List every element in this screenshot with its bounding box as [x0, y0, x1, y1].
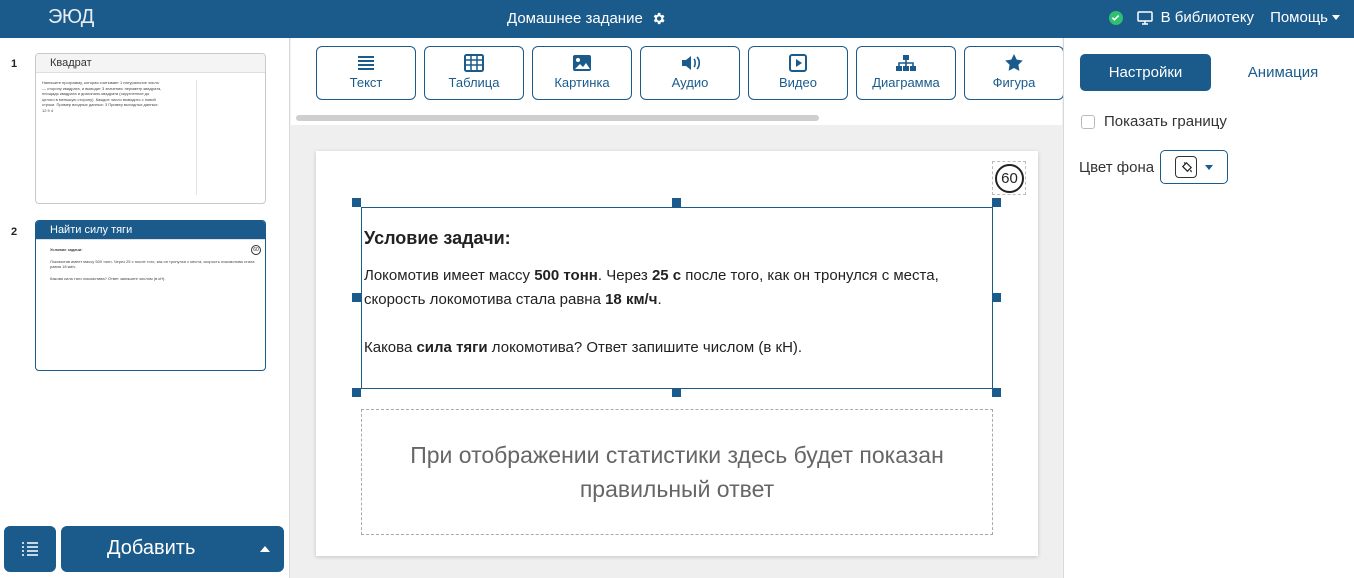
insert-text-button[interactable]: Текст [316, 46, 416, 100]
gear-icon[interactable] [651, 11, 666, 26]
bold-force: сила тяги [416, 339, 488, 356]
slide-thumbnail-2[interactable]: Найти силу тяги 60 Условие задачи: Локом… [35, 220, 266, 371]
image-icon [573, 55, 591, 71]
resize-handle-sw[interactable] [352, 388, 361, 397]
bold-time: 25 с [651, 267, 682, 284]
tool-label: Картинка [554, 75, 610, 90]
resize-handle-nw[interactable] [352, 198, 361, 207]
help-menu[interactable]: Помощь [1270, 9, 1340, 26]
document-title: Домашнее задание [507, 10, 666, 27]
diagram-icon [896, 55, 916, 71]
slide-number: 2 [11, 226, 18, 238]
timer-widget[interactable]: 60 [992, 161, 1026, 195]
bold-speed: 18 км/ч [605, 291, 658, 308]
text-run: . [657, 291, 662, 308]
video-icon [789, 54, 807, 72]
tool-label: Видео [779, 75, 817, 90]
monitor-icon[interactable] [1136, 10, 1153, 25]
background-color-option: Цвет фона [1079, 150, 1229, 184]
insert-diagram-button[interactable]: Диаграмма [856, 46, 956, 100]
slide-number: 1 [11, 58, 18, 70]
show-border-checkbox[interactable] [1081, 114, 1095, 129]
text-run: локомотива? Ответ запишите числом (в кН)… [487, 339, 803, 356]
background-color-label: Цвет фона [1079, 158, 1155, 176]
insert-toolbar: Текст Таблица Картинка Аудио Видео Диагр… [291, 38, 1064, 125]
text-lines-icon [358, 56, 374, 70]
slide-thumbnail-title: Квадрат [36, 54, 265, 73]
slide-preview-text: Напишите программу, которая считывает 1 … [42, 80, 162, 113]
bold-mass: 500 тонн [534, 267, 598, 284]
library-link[interactable]: В библиотеку [1161, 9, 1254, 26]
resize-handle-s[interactable] [672, 388, 681, 397]
insert-video-button[interactable]: Видео [748, 46, 848, 100]
table-icon [464, 54, 484, 72]
tool-label: Диаграмма [872, 75, 940, 90]
insert-audio-button[interactable]: Аудио [640, 46, 740, 100]
text-run: Локомотив имеет массу [364, 267, 535, 284]
tool-label: Текст [349, 75, 383, 90]
properties-panel: Настройки Анимация Показать границу Цвет… [1063, 38, 1354, 578]
slide-preview-text: Условие задачи: Локомотив имеет массу 50… [50, 247, 260, 281]
task-paragraph-2: Какова сила тяги локомотива? Ответ запиш… [364, 336, 990, 360]
preview-paragraph: Какова сила тяги локомотива? Ответ запиш… [50, 275, 166, 281]
add-slide-button[interactable]: Добавить [61, 526, 284, 572]
timer-value: 60 [995, 164, 1024, 193]
task-text-box[interactable]: Условие задачи: Локомотив имеет массу 50… [361, 207, 993, 389]
answer-stats-placeholder: При отображении статистики здесь будет п… [361, 409, 993, 535]
star-icon [1005, 54, 1023, 71]
text-run: Какова [364, 339, 417, 356]
chevron-down-icon [1332, 15, 1340, 20]
top-bar: ЭЮД Домашнее задание В библиотеку Помощь [0, 0, 1354, 38]
insert-image-button[interactable]: Картинка [532, 46, 632, 100]
slide-canvas-area: 60 Условие задачи: Локомотив имеет массу… [291, 125, 1062, 578]
list-icon [22, 542, 38, 556]
tool-label: Аудио [671, 75, 709, 90]
resize-handle-se[interactable] [992, 388, 1001, 397]
task-paragraph-1: Локомотив имеет массу 500 тонн. Через 25… [364, 264, 990, 312]
resize-handle-w[interactable] [352, 293, 361, 302]
resize-handle-n[interactable] [672, 198, 681, 207]
slides-list-button[interactable] [4, 526, 56, 572]
saved-check-icon [1108, 10, 1123, 25]
task-heading: Условие задачи: [364, 228, 511, 248]
insert-table-button[interactable]: Таблица [424, 46, 524, 100]
show-border-option[interactable]: Показать границу [1081, 113, 1227, 130]
insert-shape-button[interactable]: Фигура [964, 46, 1064, 100]
preview-divider [196, 80, 203, 195]
tool-label: Таблица [448, 75, 500, 90]
slides-sidebar: 1 Квадрат Напишите программу, которая сч… [0, 38, 290, 578]
chevron-down-icon [1205, 164, 1214, 170]
slide-thumbnail-title: Найти силу тяги [36, 221, 265, 240]
chevron-up-icon [260, 546, 270, 552]
document-title-text[interactable]: Домашнее задание [507, 10, 643, 27]
tool-label: Фигура [992, 75, 1036, 90]
app-logo[interactable]: ЭЮД [48, 6, 94, 29]
background-color-picker[interactable] [1160, 150, 1229, 184]
help-label: Помощь [1270, 9, 1328, 26]
toolbar-scrollbar[interactable] [296, 115, 819, 121]
slide-canvas: 60 Условие задачи: Локомотив имеет массу… [316, 151, 1038, 556]
text-run: . Через [597, 267, 652, 284]
show-border-label: Показать границу [1104, 113, 1227, 130]
audio-icon [682, 56, 701, 70]
resize-handle-ne[interactable] [992, 198, 1001, 207]
tab-settings[interactable]: Настройки [1080, 54, 1211, 91]
preview-heading: Условие задачи: [50, 247, 83, 252]
resize-handle-e[interactable] [992, 293, 1001, 302]
slide-thumbnail-1[interactable]: Квадрат Напишите программу, которая счит… [35, 53, 266, 204]
tab-animation[interactable]: Анимация [1228, 54, 1338, 91]
preview-paragraph: Локомотив имеет массу 500 тонн. Через 25… [50, 258, 255, 270]
add-slide-label: Добавить [107, 537, 196, 559]
paint-bucket-icon [1175, 156, 1198, 178]
top-right-controls: В библиотеку Помощь [1108, 9, 1340, 26]
